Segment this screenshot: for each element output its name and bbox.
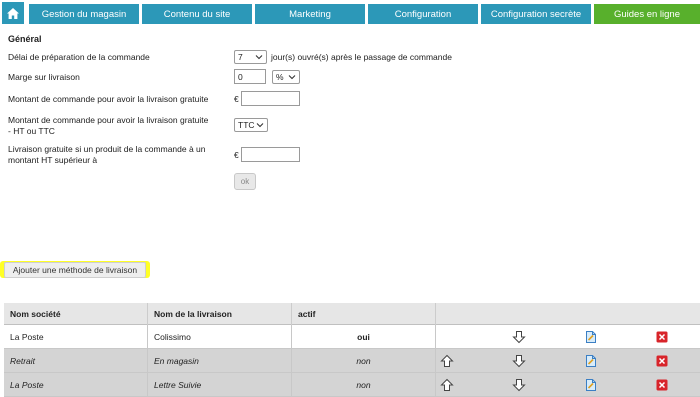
tab-gestion-du-magasin[interactable]: Gestion du magasin (29, 4, 139, 24)
delivery-methods-table: Nom société Nom de la livraison actif La… (4, 303, 700, 397)
free-mode-label-line2: - HT ou TTC (8, 126, 55, 136)
arrow-down-icon (512, 331, 526, 344)
margin-label: Marge sur livraison (8, 72, 80, 82)
move-down-button[interactable] (512, 378, 526, 392)
header-actions (436, 303, 700, 325)
header-company: Nom société (4, 303, 148, 325)
free-mode-label-line1: Montant de commande pour avoir la livrai… (8, 115, 209, 125)
header-active: actif (292, 303, 436, 325)
cell-delivery-name: Lettre Suivie (148, 373, 292, 397)
free-mode-value: TTC (238, 120, 255, 130)
add-delivery-method-button[interactable]: Ajouter une méthode de livraison (4, 262, 146, 278)
cell-active: non (292, 349, 436, 373)
move-up-button[interactable] (440, 354, 454, 368)
cell-delivery-name: Colissimo (148, 325, 292, 349)
cell-active: oui (292, 325, 436, 349)
margin-unit-select[interactable]: % (272, 70, 300, 84)
arrow-up-icon (440, 378, 454, 391)
cell-delivery-name: En magasin (148, 349, 292, 373)
tab-guides-en-ligne[interactable]: Guides en ligne (594, 4, 700, 24)
delay-label: Délai de préparation de la commande (8, 52, 150, 62)
free-amount-label: Montant de commande pour avoir la livrai… (8, 94, 209, 104)
margin-unit-value: % (276, 72, 284, 82)
ok-button[interactable]: ok (234, 173, 256, 190)
free-mode-select[interactable]: TTC (234, 118, 268, 132)
move-down-button[interactable] (512, 354, 526, 368)
edit-button[interactable] (584, 354, 598, 368)
tab-configuration[interactable]: Configuration (368, 4, 478, 24)
top-navigation: Gestion du magasin Contenu du site Marke… (0, 0, 700, 26)
delay-suffix: jour(s) ouvré(s) après le passage de com… (271, 52, 452, 62)
free-product-label-line1: Livraison gratuite si un produit de la c… (8, 144, 206, 154)
home-icon (7, 7, 19, 19)
edit-icon (586, 331, 596, 343)
edit-button[interactable] (584, 378, 598, 392)
margin-value: 0 (238, 71, 243, 82)
free-product-label-line2: montant HT supérieur à (8, 155, 98, 165)
tab-marketing[interactable]: Marketing (255, 4, 365, 24)
arrow-down-icon (512, 355, 526, 368)
chevron-down-icon (288, 75, 296, 80)
table-row: Retrait En magasin non (4, 349, 700, 373)
free-product-input[interactable] (241, 147, 300, 162)
chevron-down-icon (256, 123, 264, 128)
delay-select[interactable]: 7 (234, 50, 267, 64)
delete-icon (656, 355, 668, 367)
free-product-currency: € (234, 150, 239, 160)
cell-company: Retrait (4, 349, 148, 373)
move-up-button[interactable] (440, 378, 454, 392)
tab-configuration-secrete[interactable]: Configuration secrète (481, 4, 591, 24)
table-row: La Poste Colissimo oui (4, 325, 700, 349)
home-button[interactable] (2, 2, 24, 24)
edit-icon (586, 379, 596, 391)
free-amount-input[interactable] (241, 91, 300, 106)
header-delivery-name: Nom de la livraison (148, 303, 292, 325)
delete-button[interactable] (655, 354, 669, 368)
cell-company: La Poste (4, 325, 148, 349)
cell-active: non (292, 373, 436, 397)
edit-button[interactable] (584, 330, 598, 344)
chevron-down-icon (255, 55, 263, 60)
table-row: La Poste Lettre Suivie non (4, 373, 700, 397)
move-down-button[interactable] (512, 330, 526, 344)
free-amount-currency: € (234, 94, 239, 104)
delete-button[interactable] (655, 378, 669, 392)
arrow-up-icon (440, 354, 454, 367)
margin-input[interactable]: 0 (234, 69, 266, 84)
edit-icon (586, 355, 596, 367)
delete-icon (656, 331, 668, 343)
delay-value: 7 (238, 52, 243, 62)
delete-icon (656, 379, 668, 391)
tab-contenu-du-site[interactable]: Contenu du site (142, 4, 252, 24)
section-title: Général (8, 34, 42, 44)
table-header: Nom société Nom de la livraison actif (4, 303, 700, 325)
arrow-down-icon (512, 379, 526, 392)
cell-company: La Poste (4, 373, 148, 397)
delete-button[interactable] (655, 330, 669, 344)
